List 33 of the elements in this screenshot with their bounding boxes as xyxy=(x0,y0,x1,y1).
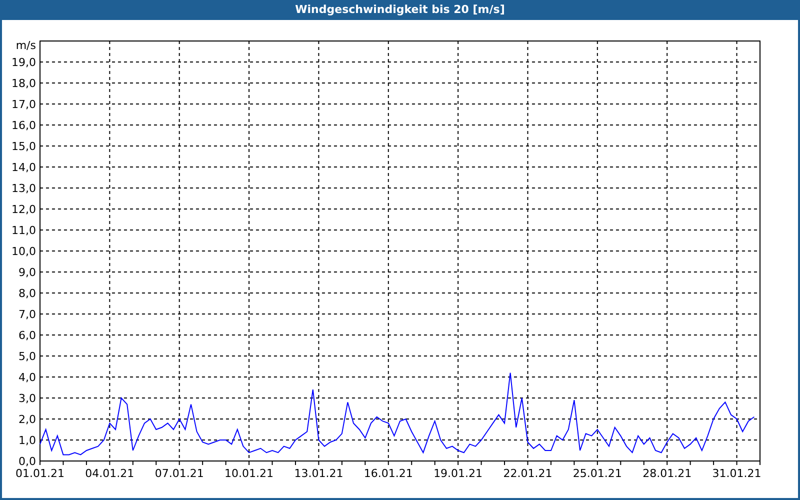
x-tick-label: 31.01.21 xyxy=(712,467,762,480)
y-tick-label: 9,0 xyxy=(18,266,36,279)
y-tick-label: 0,0 xyxy=(18,455,36,468)
y-tick-label: 12,0 xyxy=(12,203,36,216)
y-tick-label: 10,0 xyxy=(12,245,36,258)
x-tick-label: 28.01.21 xyxy=(642,467,692,480)
y-tick-label: 11,0 xyxy=(12,224,36,237)
x-tick-label: 13.01.21 xyxy=(294,467,344,480)
y-tick-label: 18,0 xyxy=(12,77,36,90)
y-tick-label: 13,0 xyxy=(12,182,36,195)
x-tick-label: 25.01.21 xyxy=(572,467,622,480)
y-tick-label: 14,0 xyxy=(12,161,36,174)
y-axis-unit: m/s xyxy=(16,39,36,52)
y-tick-label: 3,0 xyxy=(18,392,36,405)
x-tick-label: 16.01.21 xyxy=(364,467,413,480)
y-tick-label: 8,0 xyxy=(18,287,36,300)
window-title: Windgeschwindigkeit bis 20 [m/s] xyxy=(294,2,506,18)
y-tick-label: 6,0 xyxy=(18,329,36,342)
y-tick-label: 7,0 xyxy=(18,308,36,321)
x-tick-label: 19.01.21 xyxy=(434,467,483,480)
y-tick-label: 1,0 xyxy=(18,434,36,447)
x-tick-label: 04.01.21 xyxy=(85,467,134,480)
x-tick-label: 01.01.21 xyxy=(16,467,64,480)
y-tick-label: 19,0 xyxy=(12,56,36,69)
y-tick-label: 5,0 xyxy=(18,350,36,363)
x-tick-label: 22.01.21 xyxy=(503,467,552,480)
y-tick-label: 17,0 xyxy=(12,98,36,111)
y-tick-label: 16,0 xyxy=(12,119,36,132)
x-tick-label: 07.01.21 xyxy=(154,467,204,480)
y-tick-label: 4,0 xyxy=(18,371,36,384)
y-tick-label: 2,0 xyxy=(18,413,36,426)
x-tick-label: 10.01.21 xyxy=(224,467,274,480)
y-tick-label: 15,0 xyxy=(12,140,36,153)
